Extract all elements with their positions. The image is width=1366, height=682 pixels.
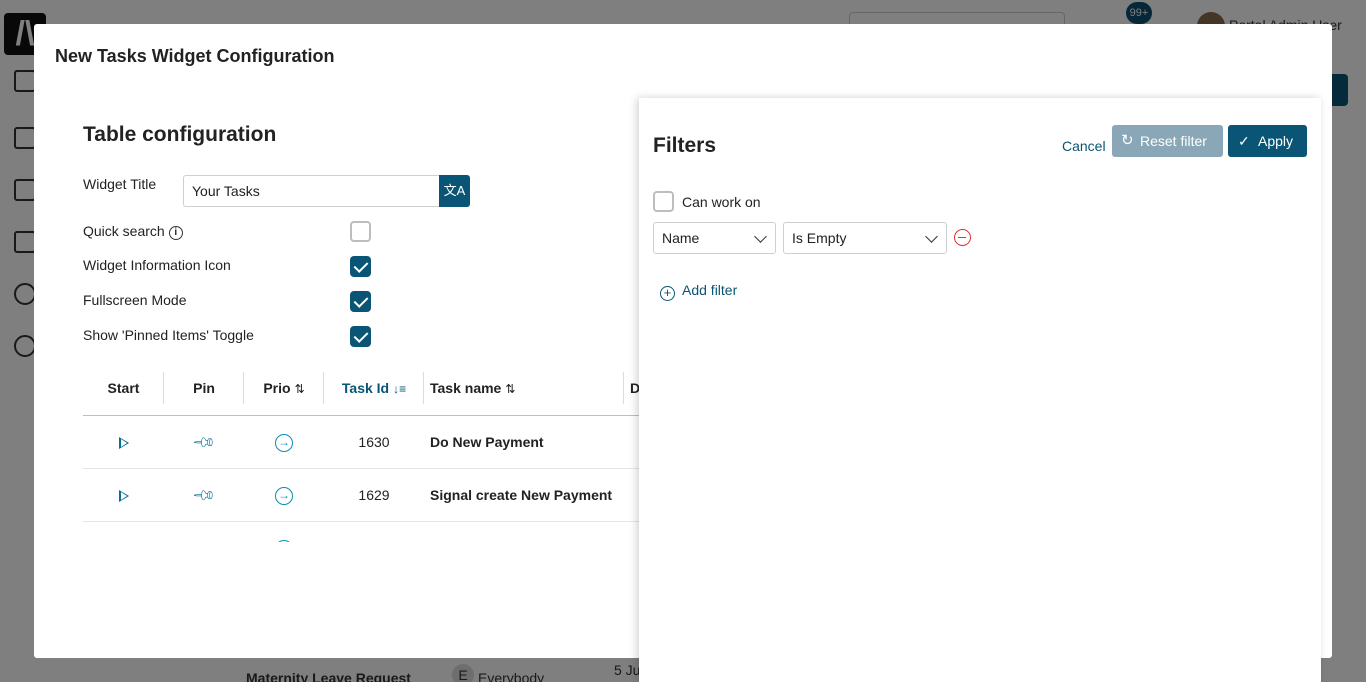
filter-field-select[interactable]: Name	[653, 222, 776, 254]
filters-panel: Filters Cancel ↻ Reset filter ✓ Apply Can …	[639, 98, 1321, 682]
priority-arrow-icon: →	[275, 434, 293, 453]
can-work-on-checkbox[interactable]	[653, 191, 674, 212]
task-id: 1629	[358, 487, 390, 503]
remove-filter-icon[interactable]	[954, 229, 971, 246]
add-filter-label: Add filter	[682, 282, 738, 298]
chevron-down-icon	[925, 230, 938, 243]
check-icon: ✓	[1238, 133, 1250, 149]
filter-operator-value: Is Empty	[792, 230, 847, 246]
filters-title: Filters	[653, 134, 717, 157]
column-start[interactable]: Start	[83, 370, 164, 416]
table-row[interactable]: 📌︎ → 1630 Do New Payment	[83, 416, 643, 469]
quick-search-checkbox[interactable]	[350, 221, 371, 242]
modal-title: New Tasks Widget Configuration	[55, 46, 335, 66]
fullscreen-mode-checkbox[interactable]	[350, 291, 371, 312]
widget-title-label: Widget Title	[83, 176, 157, 192]
reset-icon: ↻	[1121, 132, 1134, 149]
reset-filter-label: Reset filter	[1140, 133, 1207, 149]
add-filter-button[interactable]: + Add filter	[660, 282, 737, 301]
table-row[interactable]: 📌︎ → 1629 Signal create New Payment	[83, 469, 643, 522]
sort-icon[interactable]: ⇅	[295, 382, 305, 396]
column-pin-label: Pin	[193, 380, 215, 396]
cancel-button[interactable]: Cancel	[1062, 138, 1106, 154]
priority-arrow-icon: →	[275, 487, 293, 506]
column-task-id-label: Task Id	[341, 380, 390, 396]
sort-desc-icon[interactable]: ↓≡	[393, 382, 406, 396]
task-name: Do New Payment	[430, 434, 544, 450]
pinned-items-toggle-label: Show 'Pinned Items' Toggle	[83, 327, 254, 343]
priority-arrow-icon: →	[275, 540, 293, 542]
table-header: Start Pin Prio ⇅ Task Id ↓≡ Task name ⇅ D	[83, 370, 643, 416]
section-title: Table configuration	[83, 123, 277, 146]
translate-icon: 文A	[443, 183, 466, 198]
column-pin[interactable]: Pin	[164, 370, 244, 416]
plus-circle-icon: +	[660, 286, 675, 301]
task-name: Signal create New Payment	[430, 487, 613, 503]
apply-label: Apply	[1258, 133, 1294, 149]
column-task-id[interactable]: Task Id ↓≡	[324, 370, 424, 416]
table-row-partial: →	[83, 522, 643, 542]
quick-search-label-text: Quick search	[83, 223, 165, 239]
fullscreen-mode-label: Fullscreen Mode	[83, 292, 187, 308]
filter-field-value: Name	[662, 230, 700, 246]
widget-title-input[interactable]	[183, 175, 440, 207]
widget-info-icon-checkbox[interactable]	[350, 256, 371, 277]
can-work-on-label: Can work on	[682, 194, 761, 210]
column-start-label: Start	[107, 380, 140, 396]
widget-info-icon-label: Widget Information Icon	[83, 257, 231, 273]
column-prio[interactable]: Prio ⇅	[244, 370, 324, 416]
task-id: 1630	[358, 434, 390, 450]
translate-button[interactable]: 文A	[439, 175, 470, 207]
quick-search-label: Quick search i	[83, 223, 183, 240]
pinned-items-toggle-checkbox[interactable]	[350, 326, 371, 347]
column-task-name-label: Task name	[430, 380, 502, 396]
column-task-name[interactable]: Task name ⇅	[424, 370, 624, 416]
filter-operator-select[interactable]: Is Empty	[783, 222, 947, 254]
pin-icon[interactable]: 📌︎	[179, 418, 229, 468]
reset-filter-button[interactable]: ↻ Reset filter	[1112, 125, 1223, 157]
chevron-down-icon	[754, 230, 767, 243]
pin-icon[interactable]: 📌︎	[179, 471, 229, 521]
play-icon[interactable]	[118, 490, 129, 503]
play-icon[interactable]	[118, 437, 129, 450]
sort-icon[interactable]: ⇅	[505, 382, 515, 396]
column-prio-label: Prio	[263, 380, 291, 396]
apply-button[interactable]: ✓ Apply	[1228, 125, 1307, 157]
info-icon[interactable]: i	[168, 226, 183, 240]
